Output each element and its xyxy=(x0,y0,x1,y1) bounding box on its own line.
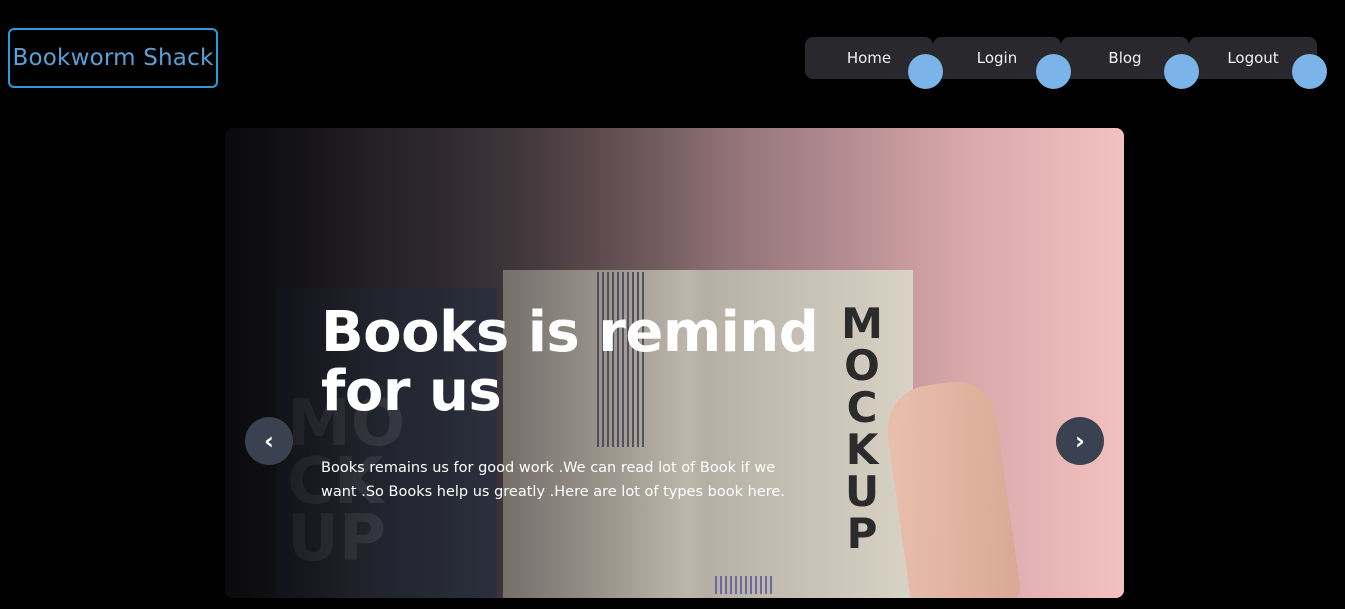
nav-decor-dot xyxy=(1036,54,1071,89)
carousel-prev-button[interactable]: ‹ xyxy=(245,417,293,465)
chevron-left-icon: ‹ xyxy=(264,427,274,455)
slide-heading: Books is remind for us xyxy=(321,300,819,424)
brand-logo[interactable]: Bookworm Shack xyxy=(8,28,218,88)
nav-decor-dot xyxy=(1292,54,1327,89)
chevron-right-icon: › xyxy=(1075,427,1085,455)
nav-decor-dot xyxy=(1164,54,1199,89)
hero-carousel: MOCKUP MOCKUP Books is remind for us Boo… xyxy=(225,128,1124,598)
nav-decor-dot xyxy=(908,54,943,89)
carousel-next-button[interactable]: › xyxy=(1056,417,1104,465)
slide-text: Books remains us for good work .We can r… xyxy=(321,459,785,500)
slide-caption: Books is remind for us Books remains us … xyxy=(321,300,821,504)
